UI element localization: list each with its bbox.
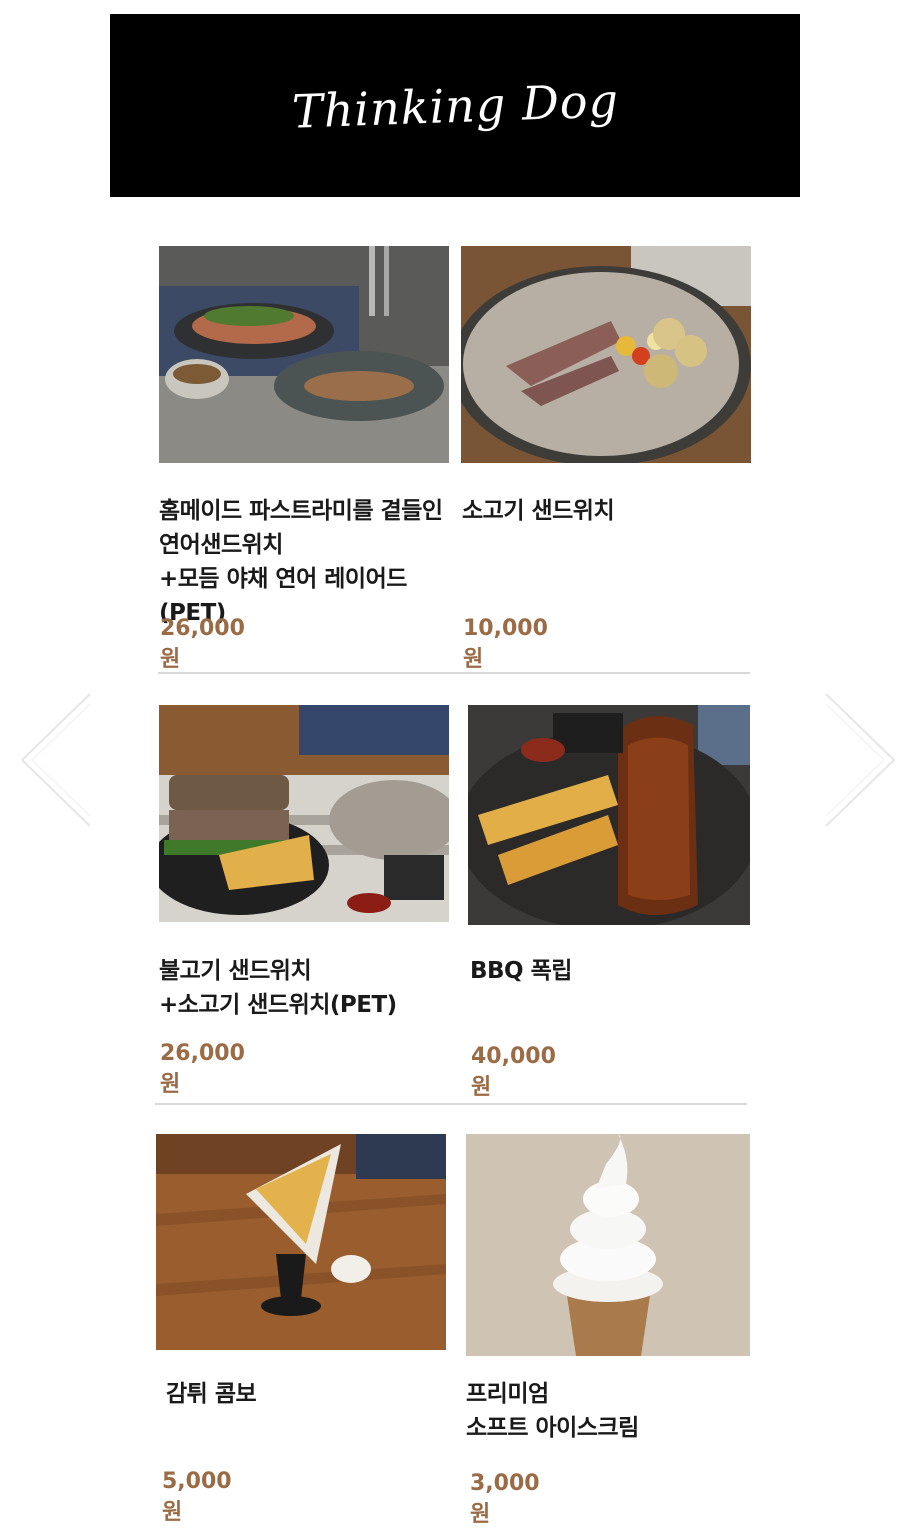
prev-button[interactable] (16, 690, 96, 830)
next-button[interactable] (820, 690, 900, 830)
product-image[interactable] (159, 246, 449, 463)
product-price: 5,000원 (162, 1469, 232, 1525)
product-name: 불고기 샌드위치 +소고기 샌드위치(PET) (159, 958, 397, 1018)
product-image[interactable] (156, 1134, 446, 1350)
product-image[interactable] (466, 1134, 750, 1356)
product-name: BBQ 폭립 (470, 958, 572, 984)
product-name: 프리미엄 소프트 아이스크림 (466, 1381, 639, 1441)
product-image[interactable] (461, 246, 751, 463)
product-price: 40,000원 (471, 1044, 556, 1100)
chevron-left-icon (20, 693, 91, 827)
product-name: 소고기 샌드위치 (462, 498, 615, 524)
row-divider (158, 672, 750, 674)
product-image[interactable] (159, 705, 449, 922)
product-price: 10,000원 (463, 616, 548, 672)
product-price: 26,000원 (160, 616, 245, 672)
brand-logo: Thinking Dog (290, 72, 620, 139)
product-name: 감튀 콤보 (166, 1381, 257, 1407)
chevron-right-icon (825, 693, 896, 827)
row-divider (155, 1103, 747, 1105)
brand-header: Thinking Dog (110, 14, 800, 197)
product-name: 홈메이드 파스트라미를 곁들인 연어샌드위치 +모듬 야채 연어 레이어드(PE… (159, 498, 443, 626)
product-price: 3,000원 (470, 1471, 540, 1527)
product-image[interactable] (468, 705, 750, 925)
product-price: 26,000원 (160, 1041, 245, 1097)
